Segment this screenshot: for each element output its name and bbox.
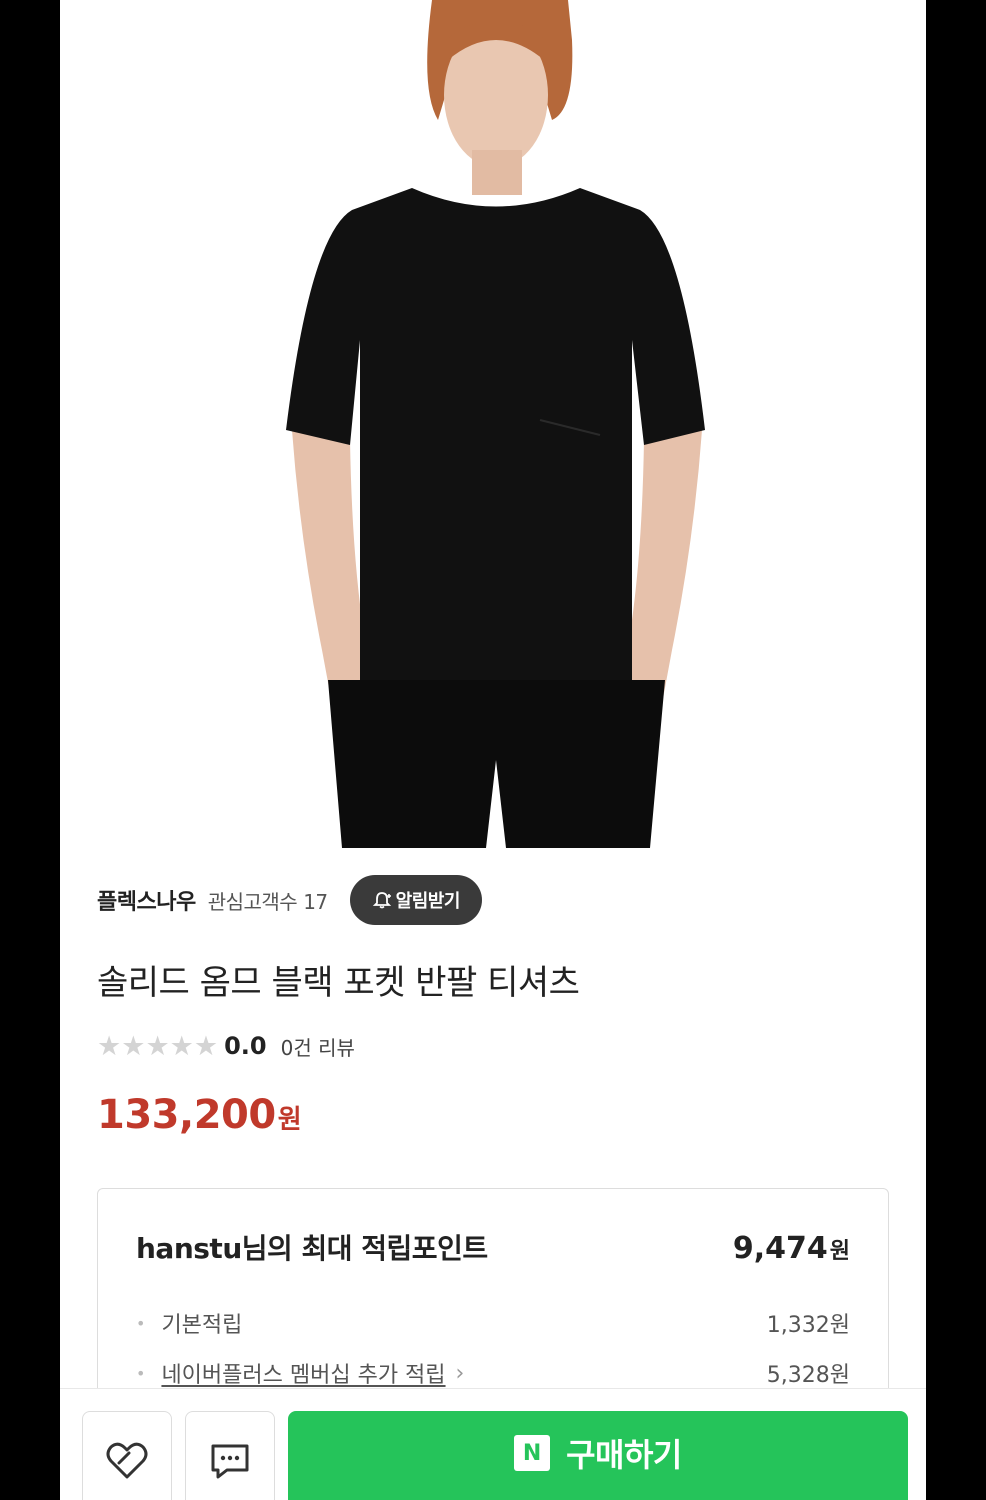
product-image[interactable]: [60, 0, 926, 848]
buy-button[interactable]: N 구매하기: [288, 1411, 908, 1500]
heart-icon: [106, 1442, 148, 1479]
product-page: 플렉스나우 관심고객수 17 알림받기 솔리드 옴므 블랙 포켓 반팔 티셔츠 ★…: [60, 0, 926, 1500]
price-unit: 원: [277, 1105, 302, 1135]
naver-n-icon: N: [514, 1435, 551, 1471]
product-title: 솔리드 옴므 블랙 포켓 반팔 티셔츠: [97, 963, 580, 1003]
rating-stars: ★ ★ ★ ★ ★: [97, 1033, 218, 1060]
notify-label: 알림받기: [395, 891, 461, 912]
bullet-icon: •: [136, 1313, 146, 1333]
buy-label: 구매하기: [566, 1436, 682, 1474]
bell-plus-icon: [372, 892, 391, 909]
bottom-action-bar: N 구매하기: [60, 1388, 926, 1500]
points-item[interactable]: • 네이버플러스 멤버십 추가 적립 › 5,328원: [136, 1357, 850, 1389]
points-total: 9,474원: [733, 1231, 850, 1266]
bullet-icon: •: [136, 1363, 146, 1383]
points-total-value: 9,474: [732, 1231, 828, 1266]
star-icon: ★: [193, 1030, 219, 1062]
rating-score: 0.0: [224, 1032, 267, 1060]
price: 133,200 원: [97, 1092, 302, 1138]
interest-count: 17: [303, 889, 328, 914]
store-info: 플렉스나우 관심고객수 17 알림받기: [97, 875, 482, 925]
points-item: • 기본적립 1,332원: [136, 1307, 850, 1339]
membership-link[interactable]: 네이버플러스 멤버십 추가 적립: [161, 1357, 445, 1389]
star-icon: ★: [145, 1030, 170, 1062]
interest-customers: 관심고객수 17: [208, 886, 328, 915]
store-name[interactable]: 플렉스나우: [97, 884, 196, 916]
chevron-right-icon: ›: [455, 1360, 465, 1386]
rating-row[interactable]: ★ ★ ★ ★ ★ 0.0 0건 리뷰: [97, 1028, 355, 1064]
points-item-label: 기본적립: [161, 1313, 243, 1338]
points-item-value: 1,332원: [766, 1313, 850, 1338]
chat-icon: [211, 1444, 249, 1479]
points-header: hanstu님의 최대 적립포인트 9,474원: [136, 1227, 850, 1267]
model-photo: [60, 0, 926, 848]
review-count[interactable]: 0건 리뷰: [281, 1032, 355, 1061]
star-icon: ★: [121, 1030, 146, 1062]
like-button[interactable]: [82, 1411, 172, 1500]
talk-button[interactable]: [185, 1411, 275, 1500]
points-title: hanstu님의 최대 적립포인트: [136, 1232, 488, 1265]
price-value: 133,200: [97, 1092, 276, 1138]
star-icon: ★: [97, 1030, 122, 1062]
star-icon: ★: [169, 1030, 194, 1062]
interest-label: 관심고객수: [207, 889, 298, 914]
notify-button[interactable]: 알림받기: [349, 875, 482, 925]
points-total-unit: 원: [829, 1239, 850, 1264]
points-item-value: 5,328원: [766, 1363, 850, 1388]
